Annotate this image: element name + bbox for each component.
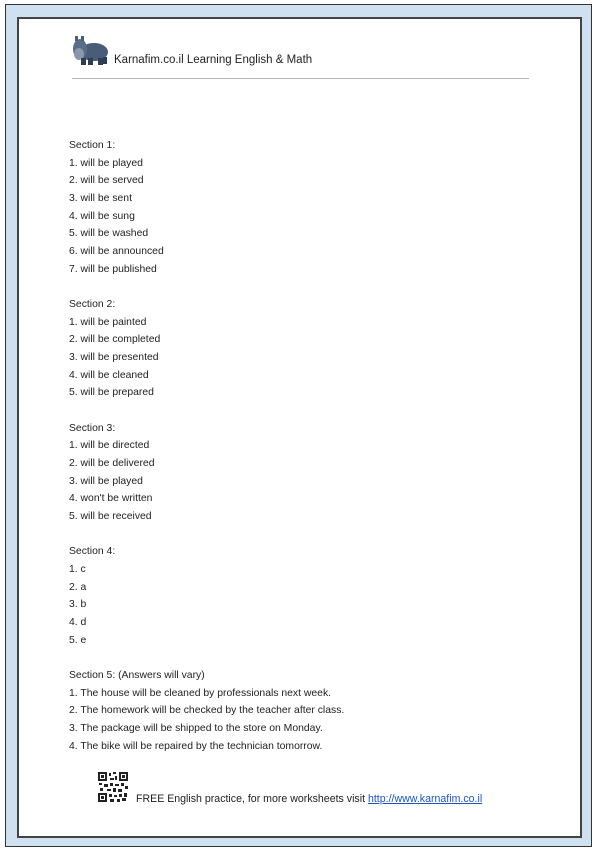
section-title: Section 1:	[69, 140, 116, 151]
list-item: 6. will be announced	[69, 246, 164, 258]
section-3: Section 3: 1. will be directed 2. will b…	[69, 420, 344, 526]
footer-message: FREE English practice, for more workshee…	[136, 793, 368, 805]
list-item: 5. will be washed	[69, 228, 149, 240]
list-item: 4. will be cleaned	[69, 369, 149, 381]
list-item: 4. d	[69, 617, 87, 628]
list-item: 4. won't be written	[69, 493, 153, 505]
list-item: 1. c	[69, 563, 86, 575]
list-item: 2. will be delivered	[69, 458, 155, 469]
list-item: 2. a	[69, 581, 87, 593]
list-item: 1. will be painted	[69, 316, 147, 328]
list-item: 3. The package will be shipped to the st…	[69, 722, 323, 734]
list-item: 7. will be published	[69, 263, 157, 275]
hippo-icon	[71, 35, 109, 65]
list-item: 5. will be received	[69, 511, 152, 523]
header-divider	[72, 78, 529, 79]
section-title: Section 4:	[69, 546, 116, 558]
list-item: 3. b	[69, 599, 87, 611]
list-item: 4. will be sung	[69, 210, 135, 222]
list-item: 2. will be completed	[69, 334, 161, 346]
website-link[interactable]: http://www.karnafim.co.il	[368, 793, 482, 805]
list-item: 5. will be prepared	[69, 387, 154, 399]
list-item: 3. will be sent	[69, 193, 132, 205]
list-item: 3. will be played	[69, 475, 143, 487]
section-title: Section 3:	[69, 422, 116, 434]
answer-key: Section 1: 1. will be played 2. will be …	[69, 137, 344, 773]
section-title: Section 5: (Answers will vary)	[69, 669, 205, 681]
list-item: 1. The house will be cleaned by professi…	[69, 687, 332, 699]
section-title: Section 2:	[69, 299, 116, 310]
footer-text: FREE English practice, for more workshee…	[136, 793, 482, 805]
section-2: Section 2: 1. will be painted 2. will be…	[69, 296, 344, 402]
list-item: 1. will be played	[69, 157, 143, 169]
header-title: Karnafim.co.il Learning English & Math	[114, 54, 313, 66]
section-4: Section 4: 1. c 2. a 3. b 4. d 5. e	[69, 543, 344, 649]
list-item: 1. will be directed	[69, 440, 150, 452]
list-item: 4. The bike will be repaired by the tech…	[69, 740, 323, 752]
list-item: 2. The homework will be checked by the t…	[69, 705, 345, 717]
list-item: 5. e	[69, 634, 87, 646]
list-item: 2. will be served	[69, 175, 144, 187]
section-5: Section 5: (Answers will vary) 1. The ho…	[69, 667, 344, 755]
section-1: Section 1: 1. will be played 2. will be …	[69, 137, 344, 279]
qr-code-icon	[98, 772, 128, 802]
list-item: 3. will be presented	[69, 352, 159, 364]
